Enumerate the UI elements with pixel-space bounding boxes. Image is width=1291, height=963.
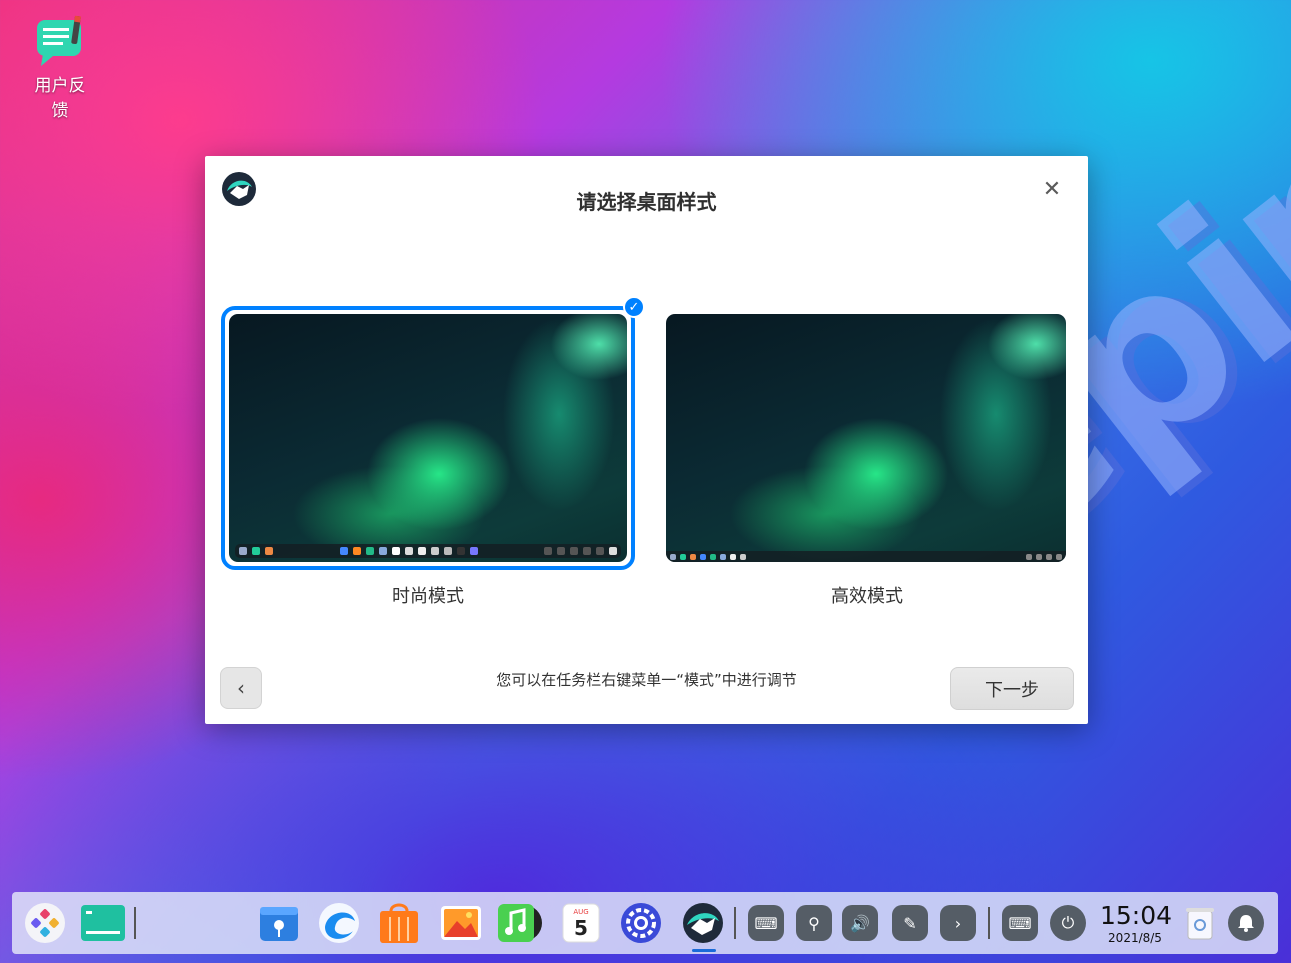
clock-date: 2021/8/5	[1108, 931, 1162, 945]
pen-icon[interactable]: ✎	[892, 905, 928, 941]
trash-icon[interactable]	[1177, 900, 1223, 946]
clock-time: 15:04	[1100, 901, 1173, 930]
terminal-icon[interactable]	[80, 900, 126, 946]
image-viewer-icon[interactable]	[438, 900, 484, 946]
onscreen-keyboard-icon[interactable]: ⌨	[1002, 905, 1038, 941]
browser-icon[interactable]	[316, 900, 362, 946]
taskbar-dock: AUG 5 ⌨ ⚲ 🔊 ✎ › ⌨ ⏻ 15:04 2021/8/5	[12, 892, 1278, 954]
option-efficient-mode[interactable]	[660, 306, 1074, 570]
close-icon[interactable]: ✕	[1039, 176, 1065, 202]
mini-dock-efficient	[666, 551, 1066, 562]
volume-icon[interactable]: 🔊	[842, 905, 878, 941]
dock-divider	[988, 907, 990, 939]
desktop-style-dialog: 请选择桌面样式 ✕ ✓ 时尚模式 高效模式 ‹ 您可以在任务栏右键菜单一“模式”…	[205, 156, 1088, 724]
feedback-icon	[33, 14, 87, 68]
notification-bell-icon[interactable]	[1228, 905, 1264, 941]
desktop-icon-label: 用户反馈	[34, 76, 86, 121]
efficient-mode-preview	[666, 314, 1066, 562]
option-fashion-mode[interactable]: ✓	[221, 296, 645, 570]
launcher-icon[interactable]	[22, 900, 68, 946]
dialog-title: 请选择桌面样式	[576, 190, 717, 214]
welcome-icon[interactable]	[680, 900, 726, 946]
selected-check-icon: ✓	[623, 296, 645, 318]
mini-dock-fashion	[235, 544, 621, 558]
desktop-icon-user-feedback[interactable]: 用户反馈	[22, 14, 98, 124]
calendar-day: 5	[574, 916, 588, 940]
keyboard-icon[interactable]: ⌨	[748, 905, 784, 941]
dock-divider	[134, 907, 136, 939]
option-label-fashion: 时尚模式	[392, 586, 464, 607]
control-center-icon[interactable]	[618, 900, 664, 946]
dock-divider	[734, 907, 736, 939]
app-store-icon[interactable]	[376, 900, 422, 946]
next-button[interactable]: 下一步	[950, 667, 1074, 710]
power-icon[interactable]: ⏻	[1050, 905, 1086, 941]
active-app-indicator	[692, 949, 716, 952]
calendar-month: AUG	[573, 908, 588, 916]
option-label-efficient: 高效模式	[831, 586, 903, 607]
file-manager-icon[interactable]	[256, 900, 302, 946]
fashion-mode-preview	[229, 314, 627, 562]
music-icon[interactable]	[496, 900, 542, 946]
clock[interactable]: 15:04 2021/8/5	[1100, 901, 1173, 946]
expand-icon[interactable]: ›	[940, 905, 976, 941]
usb-icon[interactable]: ⚲	[796, 905, 832, 941]
calendar-icon[interactable]: AUG 5	[558, 900, 604, 946]
